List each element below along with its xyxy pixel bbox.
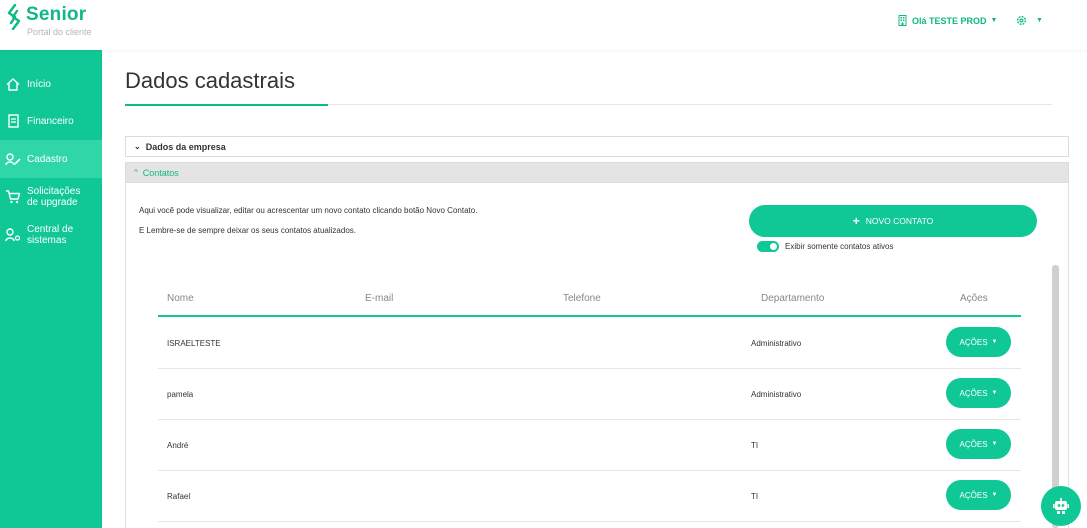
- brand-name: Senior: [26, 4, 87, 25]
- cart-icon: [4, 189, 22, 205]
- plus-icon: +: [852, 214, 860, 228]
- row-actions-button[interactable]: AÇÕES ▼: [946, 327, 1011, 357]
- active-contacts-toggle-label: Exibir somente contatos ativos: [785, 242, 894, 251]
- contact-department: TI: [751, 441, 759, 450]
- sidebar: Início Financeiro Cadastro Solicitações …: [0, 50, 102, 528]
- chevron-down-icon: ▼: [1036, 17, 1043, 24]
- contact-name: ISRAELTESTE: [167, 339, 221, 348]
- row-divider: [158, 368, 1021, 369]
- title-underline: [125, 104, 328, 106]
- contact-name: pamela: [167, 390, 194, 399]
- row-actions-button[interactable]: AÇÕES ▼: [946, 429, 1011, 459]
- label-line-2: sistemas: [27, 235, 67, 246]
- invoice-icon: [4, 113, 22, 129]
- actions-label: AÇÕES: [959, 337, 988, 347]
- user-greeting: Olá TESTE PROD: [912, 15, 987, 26]
- toggle-knob: [770, 243, 777, 250]
- senior-logo-icon: [7, 4, 21, 30]
- chevron-down-icon: ▼: [991, 339, 998, 345]
- accordion-label: Contatos: [142, 167, 179, 178]
- row-divider: [158, 470, 1021, 471]
- sidebar-item-financeiro[interactable]: Financeiro: [0, 111, 102, 131]
- chevron-down-icon: ▼: [991, 390, 998, 396]
- user-edit-icon: [4, 151, 22, 167]
- home-icon: [4, 76, 22, 92]
- redacted-email: ·: [445, 338, 447, 344]
- label-line-1: Solicitações: [27, 186, 81, 197]
- chevron-up-icon: ^: [134, 168, 138, 177]
- row-divider: [158, 521, 1021, 522]
- redacted-email: ·: [462, 440, 464, 446]
- sidebar-item-label: Central de sistemas: [27, 224, 73, 246]
- sidebar-item-inicio[interactable]: Início: [0, 74, 102, 94]
- accordion-dados-empresa[interactable]: ⌄ Dados da empresa: [125, 136, 1069, 157]
- chatbot-button[interactable]: [1041, 486, 1081, 526]
- contact-department: Administrativo: [751, 339, 802, 348]
- sidebar-item-label: Financeiro: [27, 115, 74, 127]
- page-title: Dados cadastrais: [125, 68, 295, 93]
- row-actions-button[interactable]: AÇÕES ▼: [946, 480, 1011, 510]
- chevron-down-icon: ⌄: [134, 142, 141, 151]
- row-divider: [158, 419, 1021, 420]
- new-contact-button[interactable]: + NOVO CONTATO: [749, 205, 1037, 237]
- contact-department: TI: [751, 492, 759, 501]
- sidebar-item-central[interactable]: Central de sistemas: [0, 223, 102, 247]
- redacted-text: ·: [195, 491, 197, 497]
- sidebar-item-cadastro[interactable]: Cadastro: [0, 140, 102, 178]
- user-settings-icon: [4, 227, 22, 243]
- column-header-departamento[interactable]: Departamento: [761, 293, 824, 304]
- sidebar-item-label: Solicitações de upgrade: [27, 186, 80, 208]
- column-header-acoes: Ações: [960, 293, 988, 304]
- redacted-email: ·: [363, 491, 365, 497]
- new-contact-label: NOVO CONTATO: [865, 216, 934, 226]
- accordion-label: Dados da empresa: [145, 141, 226, 152]
- contact-name: André: [167, 441, 189, 450]
- actions-label: AÇÕES: [959, 490, 988, 500]
- sidebar-item-label: Início: [27, 78, 51, 90]
- actions-label: AÇÕES: [959, 388, 988, 398]
- accordion-contatos[interactable]: ^ Contatos: [125, 162, 1069, 183]
- top-header: Senior Portal do cliente Olá TESTE PROD …: [0, 0, 1087, 50]
- chevron-down-icon: ▼: [990, 17, 998, 24]
- settings-menu[interactable]: ▼: [1016, 15, 1043, 26]
- contact-name: Rafael: [167, 492, 191, 501]
- chevron-down-icon: ▼: [991, 441, 998, 447]
- brand-subtitle: Portal do cliente: [27, 27, 92, 37]
- building-icon: [898, 15, 907, 26]
- sidebar-item-solicitacoes[interactable]: Solicitações de upgrade: [0, 185, 102, 209]
- label-line-1: Central de: [27, 224, 74, 235]
- row-actions-button[interactable]: AÇÕES ▼: [946, 378, 1011, 408]
- actions-label: AÇÕES: [959, 439, 988, 449]
- table-header-underline: [158, 315, 1021, 317]
- user-menu[interactable]: Olá TESTE PROD ▼: [898, 15, 997, 26]
- robot-icon: [1053, 498, 1069, 514]
- column-header-telefone[interactable]: Telefone: [563, 293, 601, 304]
- label-line-2: de upgrade: [27, 197, 78, 208]
- chevron-down-icon: ▼: [991, 492, 998, 498]
- column-header-email[interactable]: E-mail: [365, 293, 393, 304]
- gear-icon: [1016, 15, 1027, 26]
- contacts-reminder-text: E Lembre-se de sempre deixar os seus con…: [139, 226, 357, 235]
- column-header-nome[interactable]: Nome: [167, 293, 194, 304]
- active-contacts-toggle[interactable]: [757, 241, 779, 252]
- contact-department: Administrativo: [751, 390, 802, 399]
- senior-logo[interactable]: Senior Portal do cliente: [6, 4, 92, 37]
- sidebar-item-label: Cadastro: [27, 153, 68, 165]
- contacts-info-text: Aqui você pode visualizar, editar ou acr…: [139, 206, 478, 215]
